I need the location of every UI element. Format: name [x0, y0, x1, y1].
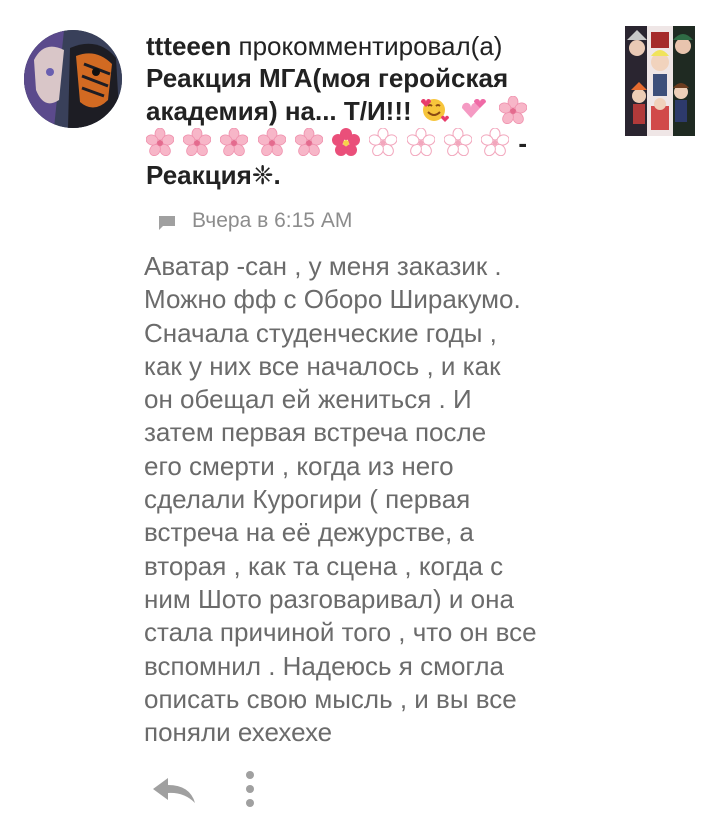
post-thumbnail[interactable] [625, 26, 695, 136]
post-title-dash: - [518, 128, 528, 158]
comment-body: Аватар -сан , у меня заказик . Можно фф … [144, 251, 537, 748]
post-title-link[interactable]: Реакция МГА(моя геройская академия) на..… [146, 62, 546, 191]
post-title-line-2: академия) на... Т/И!!! [146, 96, 412, 126]
smiling-face-hearts-icon [420, 99, 449, 122]
reply-button[interactable] [150, 772, 198, 808]
more-vertical-icon [246, 771, 254, 807]
avatar[interactable] [24, 30, 122, 128]
comment-timestamp: Вчера в 6:15 AM [192, 209, 353, 232]
more-options-button[interactable] [236, 768, 264, 812]
cherry-blossom-icon [257, 128, 286, 156]
cherry-blossom-icon [183, 128, 212, 156]
post-title-line-4: Реакция❈. [146, 160, 281, 190]
cherry-blossom-icon [294, 128, 323, 156]
avatar-image [24, 30, 122, 128]
cherry-blossom-icon [146, 128, 174, 156]
white-flower-icon [443, 128, 472, 156]
white-flower-icon [406, 128, 435, 156]
cherry-blossom-icon [220, 128, 249, 156]
comment-bubble-icon [158, 213, 176, 230]
post-title-line-1: Реакция МГА(моя геройская [146, 63, 509, 93]
two-hearts-icon [462, 99, 487, 118]
post-thumbnail-image [625, 26, 695, 136]
cherry-blossom-icon [499, 96, 528, 124]
comment-timestamp-row: Вчера в 6:15 AM [158, 206, 352, 236]
comment-action-text: прокомментировал(а) [238, 31, 503, 61]
comment-header: ttteeen прокомментировал(а) Реакция МГА(… [146, 30, 546, 191]
white-flower-icon [481, 128, 510, 156]
reply-arrow-icon [153, 778, 195, 803]
username-link[interactable]: ttteeen [146, 31, 231, 61]
hibiscus-icon [332, 128, 361, 156]
white-flower-icon [369, 128, 398, 156]
emoji-row: - [146, 127, 546, 159]
